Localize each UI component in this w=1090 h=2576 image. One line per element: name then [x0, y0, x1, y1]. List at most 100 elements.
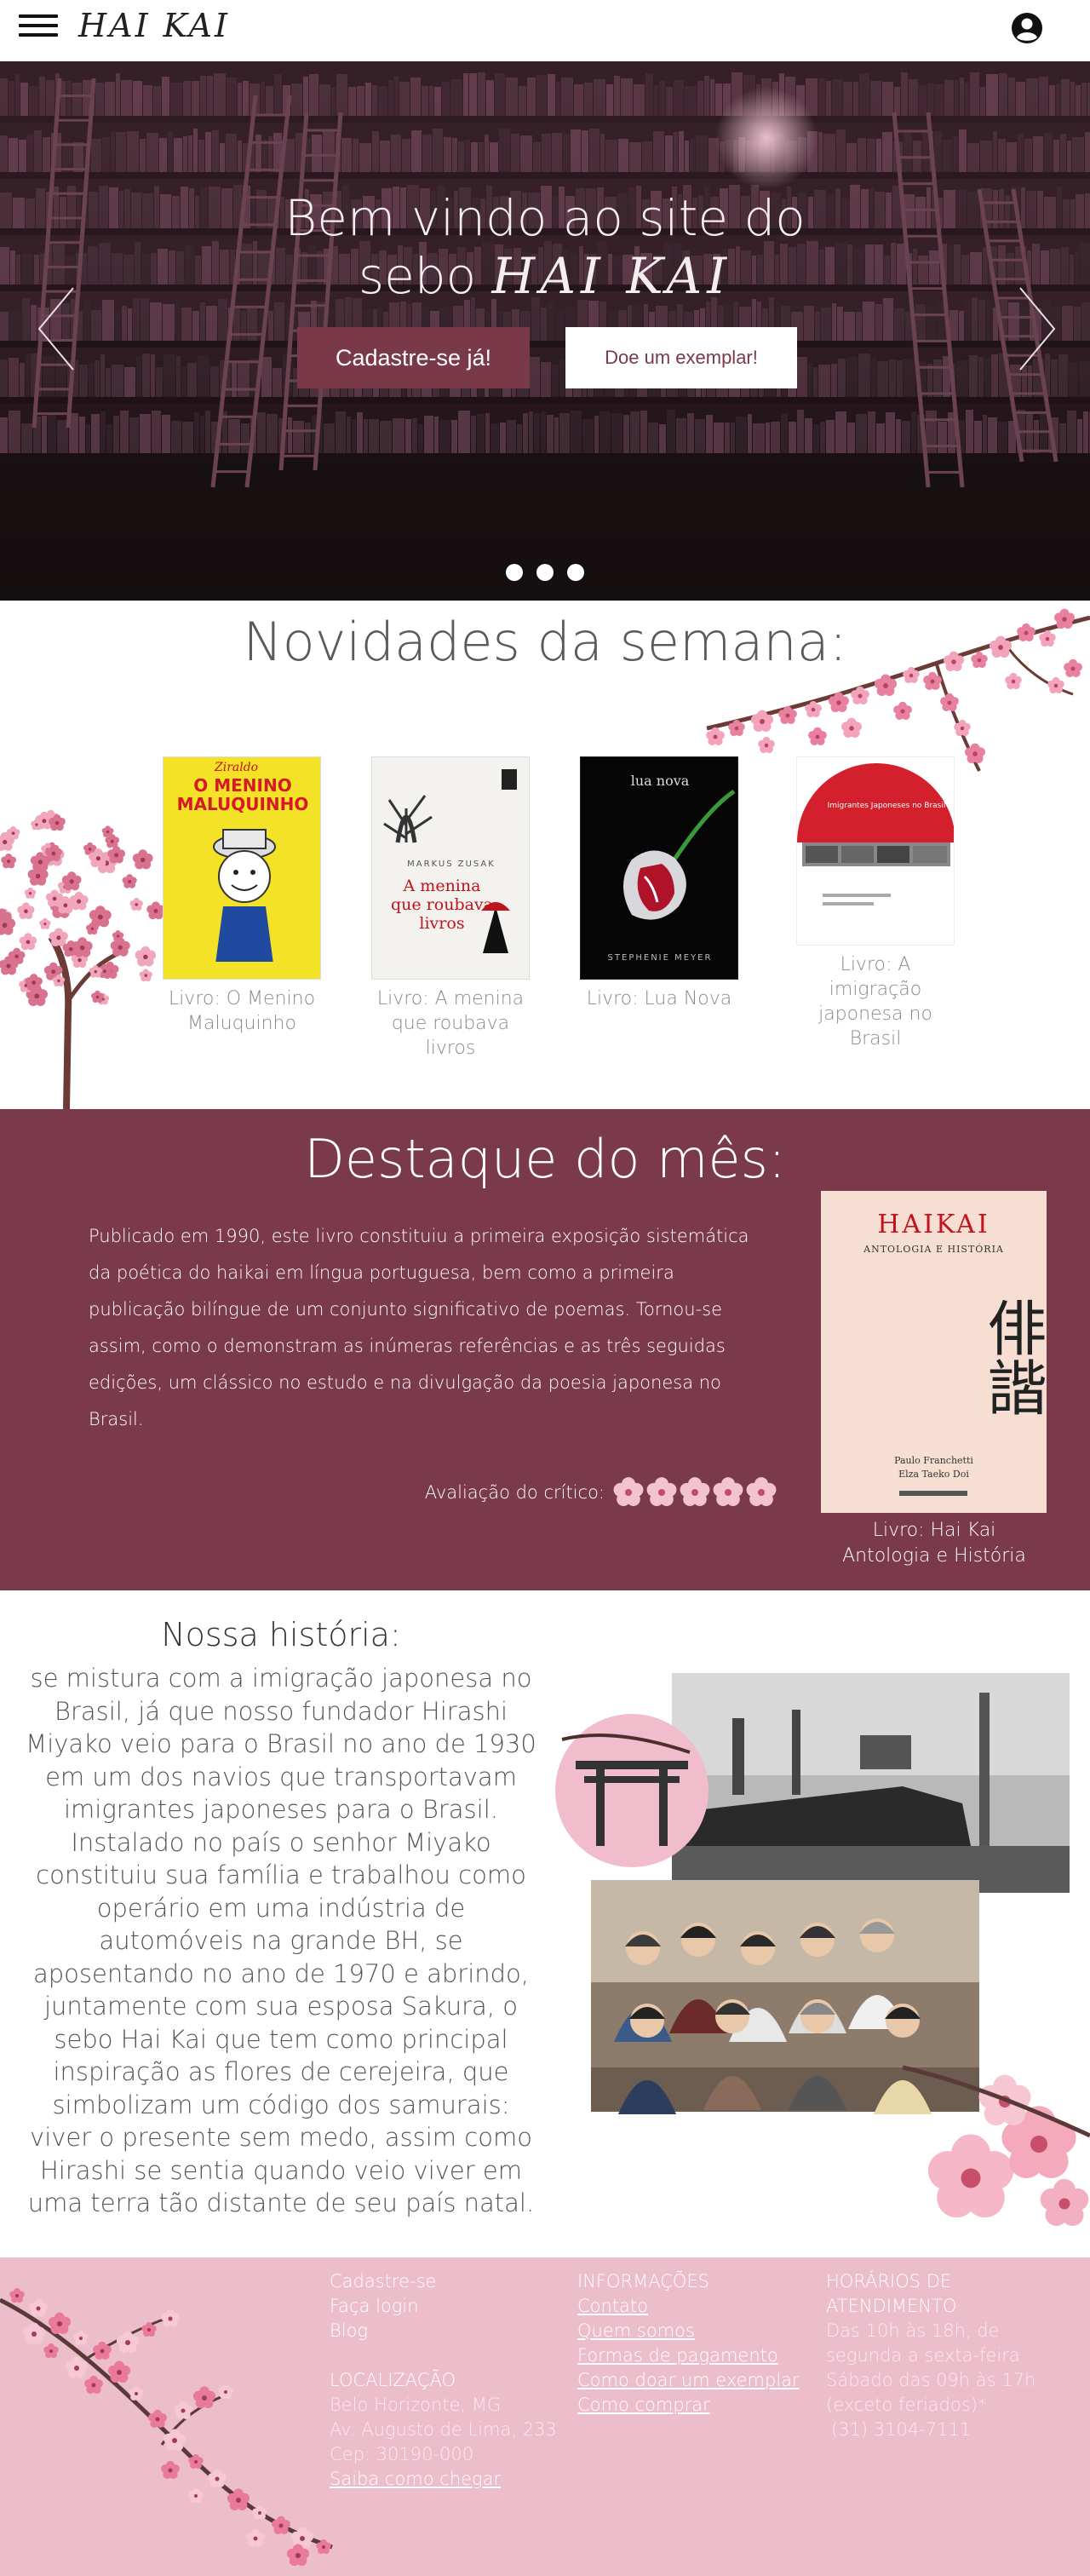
cover-illustration	[797, 763, 954, 906]
donate-button[interactable]: Doe um exemplar!	[565, 327, 797, 388]
footer-directions-link[interactable]: Saiba como chegar	[330, 2467, 559, 2492]
cherry-blossom-icon	[613, 1477, 644, 1507]
blossom-shape	[17, 902, 35, 920]
blossom-shape	[19, 933, 37, 951]
book-caption[interactable]: Livro: Lua Nova	[578, 986, 740, 1011]
featured-book-section: Destaque do mês: Publicado em 1990, este…	[0, 1109, 1090, 1590]
blossom-shape	[69, 891, 89, 911]
carousel-dot-3[interactable]	[567, 564, 584, 581]
blossom-shape	[161, 2309, 180, 2328]
our-story-images	[555, 1673, 1090, 2227]
user-account-icon[interactable]	[1010, 11, 1044, 45]
blossom-shape	[927, 2134, 1014, 2218]
blossom-shape	[65, 2356, 89, 2379]
cherry-blossom-icon	[646, 1477, 677, 1507]
blossom-shape	[129, 897, 143, 911]
site-logo[interactable]: HAI KAI	[78, 7, 230, 44]
cover-illustration	[623, 789, 736, 920]
blossom-shape	[25, 974, 43, 992]
hamburger-menu-icon[interactable]	[19, 14, 58, 40]
blossom-shape	[72, 937, 93, 957]
featured-cover-kanji: 俳諧	[978, 1297, 1047, 1417]
footer-hours-column: HORÁRIOS DE ATENDIMENTO Das 10h às 18h, …	[826, 2269, 1081, 2442]
blossom-shape	[101, 825, 114, 837]
footer-account-column: Cadastre-se Faça login Blog LOCALIZAÇÃO …	[330, 2269, 559, 2492]
cover-publisher-mark	[899, 1491, 967, 1496]
blossom-shape	[61, 871, 82, 891]
blossom-shape	[132, 849, 153, 870]
library-background-image	[0, 61, 1090, 601]
footer-signup-link[interactable]: Cadastre-se	[330, 2269, 559, 2294]
footer-location-street: Av. Augusto de Lima, 233	[330, 2419, 557, 2440]
footer-link-contact[interactable]: Contato	[577, 2294, 818, 2319]
new-arrivals-title: Novidades da semana:	[243, 611, 847, 673]
blossom-shape	[29, 2298, 48, 2318]
footer-login-link[interactable]: Faça login	[330, 2294, 559, 2319]
book-cover-menina-roubava-livros[interactable]: MARKUS ZUSAK A menina que roubava livros	[371, 756, 530, 980]
footer-link-buy[interactable]: Como comprar	[577, 2393, 818, 2418]
critic-rating-label: Avaliação do crítico:	[424, 1482, 605, 1503]
footer-phone[interactable]: (31) 3104-7111	[826, 2418, 1081, 2442]
blossom-shape	[73, 2331, 89, 2346]
footer-hours-line1: Das 10h às 18h, de	[826, 2320, 1000, 2341]
book-cover-menino-maluquinho[interactable]: Ziraldo O MENINO MALUQUINHO	[163, 756, 321, 980]
featured-caption-line2: Antologia e História	[842, 1545, 1026, 1567]
blossom-shape	[218, 2384, 233, 2400]
blossom-shape	[48, 2312, 72, 2335]
blossom-shape	[893, 701, 912, 721]
family-photo	[591, 1880, 979, 2114]
blossom-shape	[84, 2375, 103, 2395]
blossom-shape	[112, 930, 124, 942]
book-caption[interactable]: Livro: A menina que roubava livros	[370, 986, 531, 1061]
book-card-menino-maluquinho[interactable]: Ziraldo O MENINO MALUQUINHO Livro: O Men…	[161, 756, 323, 1036]
book-caption[interactable]: Livro: A imigração japonesa no Brasil	[795, 952, 956, 1051]
hero-title-line2: sebo HAI KAI	[0, 247, 1090, 305]
featured-description: Publicado em 1990, este livro constituiu…	[89, 1226, 749, 1429]
featured-cover-author-2: Elza Taeko Doi	[898, 1469, 969, 1480]
blossom-shape	[174, 2401, 192, 2420]
footer-link-about[interactable]: Quem somos	[577, 2319, 818, 2343]
featured-book-cover[interactable]: HAIKAI ANTOLOGIA E HISTÓRIA 俳諧 Paulo Fra…	[821, 1191, 1047, 1513]
register-button[interactable]: Cadastre-se já!	[297, 327, 530, 388]
carousel-dot-2[interactable]	[536, 564, 554, 581]
blossom-shape	[43, 2343, 59, 2359]
book-card-lua-nova[interactable]: lua nova STEPHENIE MEYER Livro: Lua Nova	[578, 756, 740, 1011]
footer-location-heading: LOCALIZAÇÃO	[330, 2370, 456, 2390]
featured-cover-subtitle: ANTOLOGIA E HISTÓRIA	[863, 1244, 1004, 1255]
blossom-shape	[208, 2469, 227, 2488]
site-footer: Cadastre-se Faça login Blog LOCALIZAÇÃO …	[0, 2257, 1090, 2576]
footer-info-heading: INFORMAÇÕES	[577, 2271, 710, 2291]
blossom-shape	[940, 693, 959, 712]
book-cover-lua-nova[interactable]: lua nova STEPHENIE MEYER	[580, 756, 738, 980]
featured-caption[interactable]: Livro: Hai Kai Antologia e História	[818, 1518, 1051, 1569]
chevron-right-icon[interactable]	[1017, 285, 1058, 373]
hero-title-line1: Bem vindo ao site do	[284, 189, 806, 247]
footer-cherry-branch	[0, 2288, 333, 2567]
book-caption[interactable]: Livro: O Menino Maluquinho	[161, 986, 323, 1036]
blossom-shape	[139, 969, 152, 982]
featured-cover-title: HAIKAI	[877, 1210, 990, 1239]
book-cover-imigracao-japonesa[interactable]: Imigrantes Japoneses no Brasil	[796, 756, 955, 946]
footer-link-payment[interactable]: Formas de pagamento	[577, 2343, 818, 2368]
blossom-shape	[246, 2528, 265, 2548]
blossom-shape	[841, 717, 862, 739]
cherry-blossom-icon	[680, 1477, 710, 1507]
blossom-shape	[135, 946, 157, 967]
footer-hours-line3: Sábado das 09h às 17h	[826, 2370, 1036, 2390]
blossom-shape	[91, 990, 104, 1003]
cover-title: Imigrantes Japoneses no Brasil	[827, 802, 946, 810]
footer-blog-link[interactable]: Blog	[330, 2319, 559, 2343]
footer-hours-line2: segunda a sexta-feira	[826, 2345, 1020, 2366]
chevron-left-icon[interactable]	[36, 285, 77, 373]
carousel-dot-1[interactable]	[506, 564, 523, 581]
blossom-shape	[9, 2288, 25, 2303]
book-card-imigracao-japonesa[interactable]: Imigrantes Japoneses no Brasil Livro: A …	[795, 756, 956, 1051]
blossom-shape	[1005, 672, 1022, 690]
footer-hours-heading-1: HORÁRIOS DE	[826, 2271, 952, 2291]
footer-location-zip: Cep: 30190-000	[330, 2444, 474, 2464]
hero-title-brand: HAI KAI	[491, 247, 732, 305]
book-card-menina-roubava-livros[interactable]: MARKUS ZUSAK A menina que roubava livros…	[370, 756, 531, 1061]
blossom-shape	[122, 874, 137, 888]
footer-link-donate[interactable]: Como doar um exemplar	[577, 2368, 818, 2393]
blossom-shape	[39, 917, 51, 929]
